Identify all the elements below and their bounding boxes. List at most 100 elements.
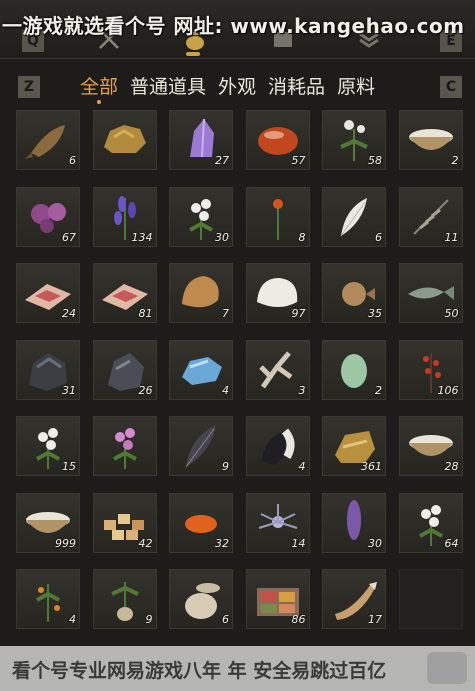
item-count: 26 — [138, 383, 153, 397]
inventory-slot[interactable]: 58 — [322, 110, 386, 170]
inventory-slot[interactable] — [92, 110, 157, 170]
item-count: 999 — [55, 536, 76, 550]
inventory-slot[interactable]: 86 — [245, 569, 310, 629]
item-count: 50 — [444, 307, 459, 320]
item-count: 4 — [69, 613, 76, 626]
item-count: 81 — [138, 307, 153, 320]
item-count: 27 — [215, 154, 229, 167]
item-count: 106 — [437, 383, 459, 397]
item-count: 11 — [444, 230, 459, 244]
item-count: 58 — [368, 154, 382, 167]
item-count: 32 — [215, 536, 229, 550]
inventory-slot[interactable]: 32 — [169, 492, 233, 553]
inventory-slot[interactable]: 97 — [245, 263, 310, 323]
item-count: 17 — [368, 613, 382, 626]
inventory-slot[interactable]: 6 — [169, 569, 233, 629]
inventory-slot[interactable]: 2 — [398, 110, 463, 170]
filter-prev-key[interactable]: Z — [18, 76, 40, 98]
filter-tabs: 全部 普通道具 外观 消耗品 原料 — [80, 72, 375, 99]
inventory-slot[interactable]: 27 — [169, 110, 233, 170]
item-count: 6 — [375, 230, 382, 244]
item-count: 6 — [222, 613, 229, 626]
inventory-slot[interactable]: 3 — [245, 339, 310, 400]
item-count: 42 — [138, 536, 153, 550]
filter-tab-all[interactable]: 全部 — [80, 72, 118, 99]
inventory-grid: 6 27 57 58 2 67 134 30 8 6 11 24 81 7 97 35 50 31 26 4 3 2 106… — [16, 110, 463, 629]
filter-tab-appearance[interactable]: 外观 — [218, 72, 256, 99]
inventory-slot[interactable]: 30 — [169, 186, 233, 247]
bottom-watermark-bar: 看个号专业网易游戏八年 年 安全易跳过百亿 — [0, 646, 475, 691]
item-count: 30 — [368, 536, 382, 550]
inventory-slot[interactable]: 9 — [169, 416, 233, 476]
inventory-slot[interactable]: 4 — [169, 339, 233, 400]
inventory-slot[interactable]: 11 — [398, 186, 463, 247]
inventory-slot[interactable]: 28 — [398, 416, 463, 476]
inventory-slot[interactable]: 67 — [16, 186, 80, 247]
inventory-slot[interactable]: 6 — [322, 186, 386, 247]
inventory-slot[interactable]: 81 — [92, 263, 157, 323]
item-count: 24 — [62, 307, 76, 320]
filter-tab-consumables[interactable]: 消耗品 — [268, 72, 325, 99]
item-count: 4 — [222, 383, 229, 397]
filter-active-indicator — [97, 100, 101, 104]
filter-next-key[interactable]: C — [440, 76, 462, 98]
item-count: 6 — [69, 154, 76, 167]
pink-flower-icon — [112, 428, 137, 469]
inventory-slot[interactable]: 57 — [245, 110, 310, 170]
inventory-slot[interactable]: 4 — [245, 416, 310, 476]
item-count: 4 — [298, 460, 306, 473]
item-count: 9 — [145, 613, 153, 626]
inventory-slot[interactable]: 24 — [16, 263, 80, 323]
item-count: 7 — [222, 307, 229, 320]
inventory-slot[interactable]: 106 — [398, 339, 463, 400]
inventory-slot[interactable]: 8 — [245, 186, 310, 247]
inventory-slot[interactable]: 64 — [398, 492, 463, 553]
item-count: 8 — [298, 230, 306, 244]
watermark-bottom: 看个号专业网易游戏八年 年 安全易跳过百亿 — [12, 660, 387, 682]
item-count: 3 — [298, 383, 306, 397]
inventory-slot[interactable]: 7 — [169, 263, 233, 323]
filter-row: Z 全部 普通道具 外观 消耗品 原料 C — [0, 70, 475, 104]
inventory-slot[interactable]: 30 — [322, 492, 386, 553]
item-count: 14 — [291, 536, 306, 550]
inventory-slot[interactable] — [92, 416, 157, 476]
item-count: 361 — [361, 460, 382, 473]
top-bar: Q E 一游戏就选看个号 网址: www.kangehao.com — [0, 0, 475, 59]
inventory-slot[interactable]: 42 — [92, 492, 157, 553]
item-count: 15 — [62, 460, 76, 473]
inventory-slot[interactable]: 50 — [398, 263, 463, 323]
inventory-slot[interactable]: 2 — [322, 339, 386, 400]
item-count: 64 — [444, 536, 459, 550]
item-count: 134 — [131, 230, 153, 244]
inventory-slot[interactable]: 17 — [322, 569, 386, 629]
item-count: 28 — [444, 460, 459, 473]
item-count: 97 — [291, 307, 306, 320]
inventory-slot[interactable]: 26 — [92, 339, 157, 400]
item-count: 31 — [62, 383, 76, 397]
inventory-slot[interactable]: 6 — [16, 110, 80, 170]
inventory-slot[interactable]: 35 — [322, 263, 386, 323]
empty-slot — [398, 569, 463, 629]
active-tab-indicator — [186, 52, 200, 56]
item-count: 30 — [215, 230, 229, 244]
inventory-slot[interactable]: 999 — [16, 492, 80, 553]
inventory-slot[interactable]: 361 — [322, 416, 386, 476]
inventory-slot[interactable]: 15 — [16, 416, 80, 476]
item-count: 2 — [375, 383, 382, 397]
filter-tab-materials[interactable]: 原料 — [337, 72, 375, 99]
item-count: 9 — [222, 460, 229, 473]
item-count: 86 — [291, 613, 306, 626]
item-count: 67 — [62, 230, 76, 244]
inventory-slot[interactable]: 14 — [245, 492, 310, 553]
watermark-top: 一游戏就选看个号 网址: www.kangehao.com — [2, 14, 465, 38]
inventory-slot[interactable]: 134 — [92, 186, 157, 247]
item-count: 35 — [368, 307, 382, 320]
inventory-slot[interactable]: 4 — [16, 569, 80, 629]
item-count: 57 — [291, 154, 306, 167]
inventory-slot[interactable]: 31 — [16, 339, 80, 400]
ore-chunk-icon — [103, 125, 146, 153]
inventory-slot[interactable]: 9 — [92, 569, 157, 629]
item-count: 2 — [451, 154, 459, 167]
filter-tab-general[interactable]: 普通道具 — [130, 72, 206, 99]
site-logo-icon — [427, 652, 467, 684]
